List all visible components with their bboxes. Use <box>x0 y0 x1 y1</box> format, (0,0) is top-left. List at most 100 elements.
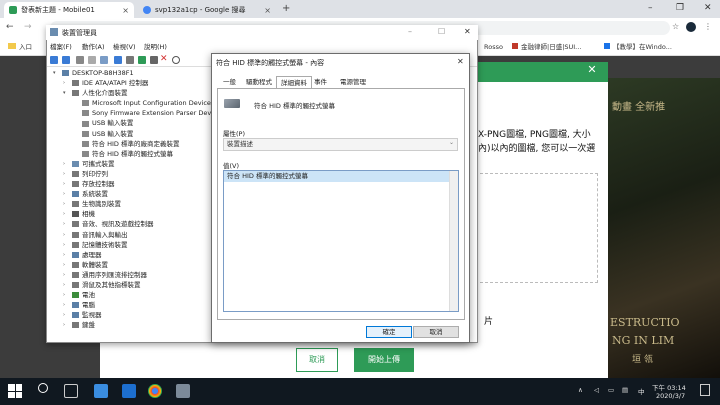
list-icon[interactable] <box>88 56 96 64</box>
expander-icon[interactable]: › <box>63 78 69 88</box>
menu-icon[interactable]: ⋮ <box>704 22 712 31</box>
tab-power-management[interactable]: 電源管理 <box>336 76 370 88</box>
profile-avatar[interactable] <box>686 22 696 32</box>
disable-device-icon[interactable] <box>150 56 158 64</box>
refresh-icon[interactable] <box>100 56 108 64</box>
explorer-icon[interactable] <box>94 384 108 398</box>
tree-item[interactable]: Sony Firmware Extension Parser Device <box>47 108 213 118</box>
tree-item[interactable]: USB 輸入裝置 <box>47 118 213 128</box>
minimize-icon[interactable]: – <box>648 3 653 13</box>
close-icon[interactable]: ✕ <box>457 57 464 66</box>
expander-icon[interactable]: › <box>63 230 69 240</box>
expander-icon[interactable]: › <box>63 240 69 250</box>
expander-icon[interactable]: › <box>63 159 69 169</box>
expander-icon[interactable]: ▾ <box>63 88 69 98</box>
clock-time[interactable]: 下午 03:14 <box>652 382 686 392</box>
tree-item[interactable]: › 音效、視訊及遊戲控制器 <box>47 219 213 229</box>
tab-events[interactable]: 事件 <box>310 76 331 88</box>
close-icon[interactable]: × <box>264 6 271 15</box>
tree-item[interactable]: › 音訊輸入與輸出 <box>47 230 213 240</box>
tree-item[interactable]: › 電腦 <box>47 300 213 310</box>
tree-item[interactable]: › 存放控制器 <box>47 179 213 189</box>
tab-details[interactable]: 詳細資料 <box>276 76 312 88</box>
ok-button[interactable]: 確定 <box>366 326 412 338</box>
expander-icon[interactable]: ▾ <box>53 68 59 78</box>
menu-file[interactable]: 檔案(F) <box>50 41 72 51</box>
ime-indicator[interactable]: 中 <box>638 386 645 396</box>
tree-item[interactable]: › 電池 <box>47 290 213 300</box>
tree-item[interactable]: › 列印佇列 <box>47 169 213 179</box>
menu-view[interactable]: 檢視(V) <box>113 41 136 51</box>
device-manager-taskbar-icon[interactable] <box>176 384 190 398</box>
tree-item[interactable]: › 系統裝置 <box>47 189 213 199</box>
expander-icon[interactable]: › <box>63 189 69 199</box>
new-tab-button[interactable]: + <box>282 3 290 14</box>
tree-item[interactable]: Microsoft Input Configuration Device <box>47 98 213 108</box>
close-window-icon[interactable]: ✕ <box>704 3 712 13</box>
tray-chevron-icon[interactable]: ∧ <box>578 386 583 394</box>
expander-icon[interactable]: › <box>63 290 69 300</box>
tree-item[interactable]: › 生物識別裝置 <box>47 199 213 209</box>
tab-google-search[interactable]: svp132a1cp - Google 搜尋 × <box>138 2 276 18</box>
tree-item[interactable]: ▾ 人性化介面裝置 <box>47 88 213 98</box>
computer-icon[interactable] <box>126 56 134 64</box>
close-icon[interactable]: × <box>122 6 129 15</box>
tree-item[interactable]: › 可攜式裝置 <box>47 159 213 169</box>
uninstall-icon[interactable]: ✕ <box>160 54 168 64</box>
tab-general[interactable]: 一般 <box>219 76 240 88</box>
tree-item[interactable]: › 軟體裝置 <box>47 260 213 270</box>
menu-help[interactable]: 說明(H) <box>144 41 167 51</box>
menu-action[interactable]: 動作(A) <box>82 41 105 51</box>
network-icon[interactable]: ▤ <box>622 386 628 394</box>
windows-start-icon[interactable] <box>8 384 22 398</box>
star-icon[interactable]: ☆ <box>672 22 679 31</box>
task-view-icon[interactable] <box>64 384 78 398</box>
bookmark-tutorial[interactable]: 【教學】在Windo... <box>604 41 672 53</box>
tree-item[interactable]: 符合 HID 標準的觸控式螢幕 <box>47 149 213 159</box>
forward-icon[interactable]: → <box>24 22 32 32</box>
expander-icon[interactable]: › <box>63 310 69 320</box>
tree-item[interactable]: › 通用序列匯流排控制器 <box>47 270 213 280</box>
maximize-icon[interactable]: ☐ <box>438 27 445 36</box>
minimize-icon[interactable]: – <box>408 27 412 36</box>
notification-icon[interactable] <box>700 384 710 396</box>
tree-item[interactable]: USB 輸入裝置 <box>47 129 213 139</box>
tree-item[interactable]: › IDE ATA/ATAPI 控制器 <box>47 78 213 88</box>
expander-icon[interactable]: › <box>63 199 69 209</box>
tree-item[interactable]: › 處理器 <box>47 250 213 260</box>
download-icon[interactable] <box>172 56 180 64</box>
expander-icon[interactable]: › <box>63 300 69 310</box>
value-list[interactable] <box>223 170 459 312</box>
expander-icon[interactable]: › <box>63 219 69 229</box>
properties-icon[interactable] <box>76 56 84 64</box>
expander-icon[interactable]: › <box>63 250 69 260</box>
tab-driver[interactable]: 驅動程式 <box>242 76 276 88</box>
expander-icon[interactable]: › <box>63 270 69 280</box>
cancel-upload-button[interactable]: 取消 <box>296 348 338 372</box>
bookmark-portal[interactable]: 入口 <box>8 41 32 53</box>
expander-icon[interactable]: › <box>63 320 69 330</box>
value-scrollbar[interactable] <box>449 171 458 311</box>
close-icon[interactable]: ✕ <box>582 62 602 78</box>
clock-date[interactable]: 2020/3/7 <box>656 392 685 400</box>
tree-item[interactable]: › 滑鼠及其他指標裝置 <box>47 280 213 290</box>
search-icon[interactable] <box>38 383 48 393</box>
network-app-icon[interactable] <box>122 384 136 398</box>
tree-item[interactable]: › 記憶體技術裝置 <box>47 240 213 250</box>
maximize-icon[interactable]: ❐ <box>676 3 684 13</box>
tree-item[interactable]: › 相機 <box>47 209 213 219</box>
bookmark-finance[interactable]: 金融律師|日盛|SUI... <box>512 41 581 53</box>
forward-icon[interactable] <box>62 56 70 64</box>
expander-icon[interactable]: › <box>63 260 69 270</box>
start-upload-button[interactable]: 開始上傳 <box>354 348 414 372</box>
bookmark-rosso[interactable]: Rosso <box>484 41 503 53</box>
close-window-icon[interactable]: ✕ <box>464 27 471 36</box>
expander-icon[interactable]: › <box>63 209 69 219</box>
update-driver-icon[interactable] <box>138 56 146 64</box>
expander-icon[interactable]: › <box>63 179 69 189</box>
tab-mobile01[interactable]: 發表新主題 - Mobile01 × <box>4 2 134 18</box>
expander-icon[interactable]: › <box>63 280 69 290</box>
property-select[interactable]: 裝置描述 <box>223 138 458 151</box>
expander-icon[interactable]: › <box>63 169 69 179</box>
tree-item[interactable]: › 監視器 <box>47 310 213 320</box>
